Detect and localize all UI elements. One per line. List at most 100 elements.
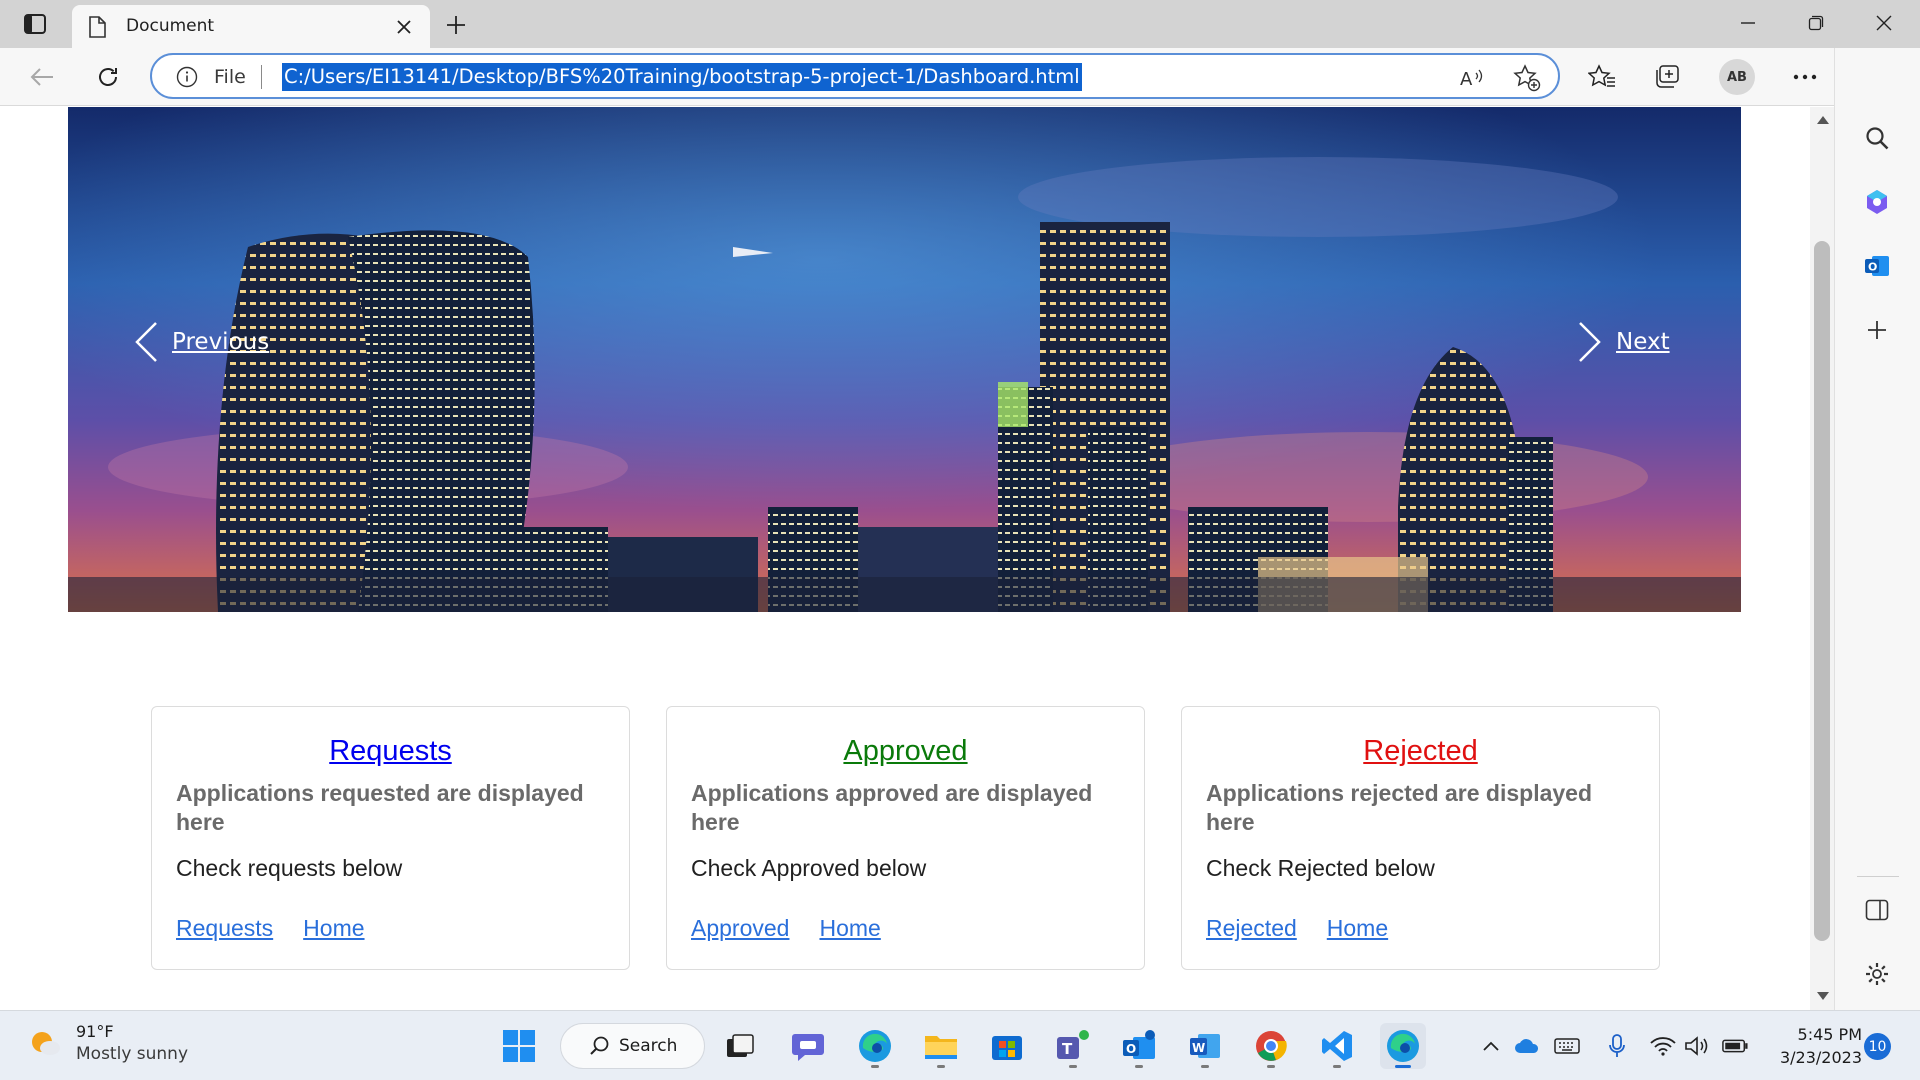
carousel-previous[interactable]: Previous (134, 321, 269, 363)
sidebar-divider (1857, 876, 1899, 877)
scroll-down-arrow[interactable] (1817, 992, 1829, 1000)
rejected-card-description: Applications rejected are displayed here (1206, 780, 1593, 835)
chevron-up-icon[interactable] (1478, 1033, 1504, 1059)
rejected-card-subtitle: Check Rejected below (1206, 855, 1435, 881)
close-window-button[interactable] (1856, 6, 1912, 40)
vscode-app[interactable] (1314, 1023, 1360, 1069)
more-options-icon[interactable] (1787, 59, 1823, 95)
page-scrollbar[interactable] (1810, 107, 1834, 1010)
address-divider (261, 65, 262, 89)
task-view-button[interactable] (717, 1023, 763, 1069)
weather-widget[interactable]: 91°F Mostly sunny (28, 1021, 188, 1065)
notification-badge[interactable]: 10 (1864, 1033, 1891, 1060)
clock-time: 5:45 PM (1797, 1025, 1862, 1044)
requests-card-title[interactable]: Requests (152, 735, 629, 768)
requests-link[interactable]: Requests (176, 915, 273, 942)
outlook-icon[interactable]: O (1857, 246, 1897, 286)
battery-icon[interactable] (1722, 1033, 1748, 1059)
edge-app-active[interactable] (1380, 1023, 1426, 1069)
microphone-icon[interactable] (1604, 1033, 1630, 1059)
info-icon[interactable] (176, 66, 198, 88)
svg-text:A: A (1460, 69, 1473, 89)
scroll-thumb[interactable] (1814, 241, 1830, 941)
task-view-icon (727, 1034, 754, 1057)
running-indicator (1069, 1065, 1077, 1068)
search-icon[interactable] (1857, 118, 1897, 158)
hide-sidebar-icon[interactable] (1857, 890, 1897, 930)
close-tab-icon[interactable] (390, 13, 418, 41)
rejected-card-links: Rejected Home (1206, 915, 1388, 942)
onedrive-icon[interactable] (1514, 1033, 1540, 1059)
outlook-app[interactable]: O (1116, 1023, 1162, 1069)
windows-logo-icon (503, 1030, 535, 1062)
teams-app[interactable]: T (1050, 1023, 1096, 1069)
shopping-icon[interactable] (1857, 182, 1897, 222)
requests-home-link[interactable]: Home (303, 915, 364, 942)
requests-card: Requests Applications requested are disp… (151, 706, 630, 970)
approved-card-subtitle: Check Approved below (691, 855, 927, 881)
tab-actions-icon[interactable] (20, 10, 50, 38)
add-favorite-icon[interactable] (1512, 63, 1542, 93)
rejected-card-title[interactable]: Rejected (1182, 735, 1659, 768)
volume-icon[interactable] (1684, 1033, 1710, 1059)
word-app[interactable]: W (1182, 1023, 1228, 1069)
running-indicator (937, 1065, 945, 1068)
store-app[interactable] (984, 1023, 1030, 1069)
add-sidebar-icon[interactable] (1857, 310, 1897, 350)
settings-gear-icon[interactable] (1857, 954, 1897, 994)
carousel-next-label: Next (1616, 329, 1670, 355)
running-indicator (1135, 1065, 1143, 1068)
windows-taskbar: 91°F Mostly sunny Search T O W 5:45 PM 3… (0, 1010, 1920, 1080)
chevron-left-icon (135, 322, 157, 362)
tab-title: Document (126, 16, 215, 36)
approved-card-title[interactable]: Approved (667, 735, 1144, 768)
taskbar-search[interactable]: Search (560, 1023, 705, 1069)
wifi-icon[interactable] (1650, 1033, 1676, 1059)
new-tab-button[interactable] (440, 9, 472, 41)
teams-chat-app[interactable] (785, 1023, 831, 1069)
tab-document[interactable]: Document (72, 5, 430, 48)
url-text[interactable]: C:/Users/EI13141/Desktop/BFS%20Training/… (282, 63, 1082, 91)
favorites-icon[interactable] (1584, 59, 1620, 95)
chevron-right-icon (1579, 322, 1601, 362)
teams-chat-icon (792, 1034, 824, 1061)
svg-text:W: W (1192, 1041, 1205, 1055)
edge-sidebar: O (1834, 48, 1920, 1010)
teams-icon: T (1057, 1030, 1089, 1059)
start-button[interactable] (496, 1023, 542, 1069)
hero-carousel: Previous Next (68, 107, 1741, 612)
word-icon: W (1190, 1034, 1220, 1058)
running-indicator (1333, 1065, 1341, 1068)
svg-text:O: O (1868, 261, 1877, 274)
carousel-next[interactable]: Next (1578, 321, 1670, 363)
approved-link[interactable]: Approved (691, 915, 789, 942)
collections-icon[interactable] (1650, 59, 1686, 95)
refresh-button[interactable] (90, 59, 126, 95)
carousel-previous-label: Previous (172, 329, 270, 355)
scroll-up-arrow[interactable] (1817, 116, 1829, 124)
file-explorer-app[interactable] (918, 1023, 964, 1069)
back-button[interactable] (24, 59, 60, 95)
edge-app-1[interactable] (852, 1023, 898, 1069)
address-bar[interactable]: File C:/Users/EI13141/Desktop/BFS%20Trai… (150, 53, 1560, 99)
title-bar: Document (0, 0, 1920, 48)
profile-avatar[interactable]: AB (1719, 59, 1755, 95)
edge-icon (859, 1030, 891, 1062)
partly-sunny-icon (32, 1032, 60, 1055)
keyboard-icon[interactable] (1554, 1033, 1580, 1059)
system-clock[interactable]: 5:45 PM 3/23/2023 (1762, 1023, 1862, 1069)
address-scheme: File (214, 66, 246, 88)
rejected-link[interactable]: Rejected (1206, 915, 1297, 942)
restore-button[interactable] (1788, 6, 1844, 40)
requests-card-links: Requests Home (176, 915, 365, 942)
chrome-app[interactable] (1248, 1023, 1294, 1069)
read-aloud-icon[interactable]: A (1457, 63, 1487, 93)
running-indicator (871, 1065, 879, 1068)
approved-home-link[interactable]: Home (819, 915, 880, 942)
rejected-home-link[interactable]: Home (1327, 915, 1388, 942)
minimize-button[interactable] (1720, 6, 1776, 40)
city-skyline-image (68, 107, 1741, 612)
approved-card-description: Applications approved are displayed here (691, 780, 1093, 835)
edge-icon (1387, 1030, 1419, 1062)
svg-text:O: O (1126, 1042, 1136, 1056)
